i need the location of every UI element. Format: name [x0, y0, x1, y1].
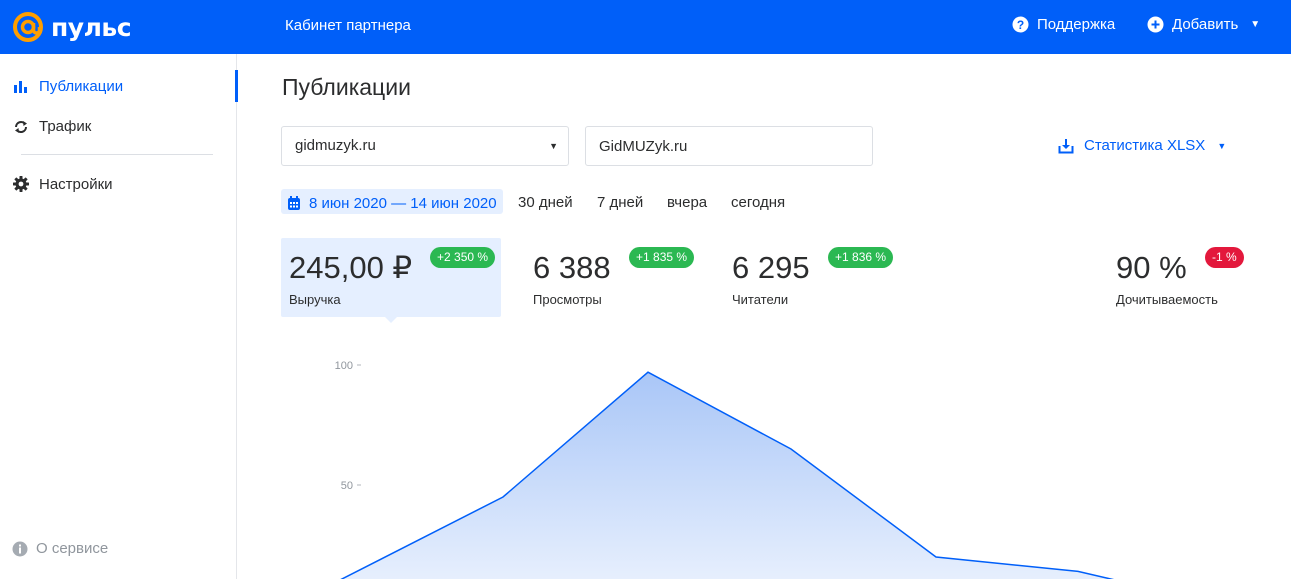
metric-value: 90 % [1116, 250, 1187, 285]
period-30-days[interactable]: 30 дней [518, 194, 573, 211]
export-label: Статистика XLSX [1084, 137, 1206, 154]
metric-label: Читатели [732, 292, 789, 307]
change-badge: -1 % [1205, 247, 1244, 268]
header-title[interactable]: Кабинет партнера [285, 17, 411, 34]
selection-pointer [385, 317, 397, 323]
change-badge: +1 836 % [828, 247, 894, 268]
metric-views[interactable]: 6 388 Просмотры +1 835 % [525, 238, 705, 317]
sidebar-divider [21, 154, 213, 155]
metric-readers[interactable]: 6 295 Читатели +1 836 % [724, 238, 904, 317]
sidebar: Публикации Трафик Настройки О сервисе [0, 54, 238, 579]
caret-down-icon: ▼ [549, 141, 558, 151]
period-today[interactable]: сегодня [731, 194, 785, 211]
site-select[interactable]: gidmuzyk.ru ▼ [281, 126, 569, 166]
top-header: пульс Кабинет партнера ? Поддержка Добав… [0, 0, 1291, 54]
refresh-icon [15, 120, 27, 133]
active-indicator [235, 70, 238, 102]
sidebar-item-traffic[interactable]: Трафик [12, 118, 91, 135]
logo[interactable]: пульс [12, 10, 132, 44]
bar-chart-icon [14, 80, 27, 93]
change-badge: +2 350 % [430, 247, 496, 268]
about-label: О сервисе [36, 540, 109, 557]
period-yesterday[interactable]: вчера [667, 194, 707, 211]
metric-value: 6 295 [732, 250, 810, 285]
gear-icon [13, 176, 29, 192]
download-icon [1058, 138, 1074, 153]
period-7-days[interactable]: 7 дней [597, 194, 643, 211]
metric-label: Просмотры [533, 292, 602, 307]
y-tick-label: 100 [335, 360, 353, 372]
metric-value: 6 388 [533, 250, 611, 285]
change-badge: +1 835 % [629, 247, 695, 268]
calendar-icon [288, 195, 300, 210]
metric-read-rate[interactable]: 90 % Дочитываемость -1 % [1108, 238, 1248, 317]
about-service-link[interactable]: О сервисе [12, 540, 108, 557]
add-label: Добавить [1172, 16, 1239, 33]
site-name-field[interactable]: GidMUZyk.ru [585, 126, 873, 166]
metric-value: 245,00 ₽ [289, 250, 413, 285]
export-xlsx-button[interactable]: Статистика XLSX ▼ [1058, 137, 1226, 154]
caret-down-icon: ▼ [1217, 140, 1227, 151]
metric-label: Выручка [289, 292, 341, 307]
info-icon [12, 541, 28, 556]
sidebar-item-label: Публикации [39, 78, 124, 95]
revenue-area-chart: 100 50 [335, 360, 1115, 579]
area-fill [341, 372, 1111, 579]
metric-label: Дочитываемость [1116, 292, 1218, 307]
support-link[interactable]: ? Поддержка [1012, 16, 1115, 33]
metric-revenue[interactable]: 245,00 ₽ Выручка +2 350 % [281, 238, 501, 323]
at-sign-logo-icon [13, 12, 43, 42]
logo-text: пульс [51, 12, 132, 42]
svg-text:?: ? [1017, 18, 1024, 32]
support-label: Поддержка [1037, 16, 1116, 33]
site-name-value: GidMUZyk.ru [599, 138, 688, 155]
site-select-value: gidmuzyk.ru [295, 137, 376, 154]
sidebar-item-label: Настройки [39, 175, 113, 193]
sidebar-item-publications[interactable]: Публикации [12, 78, 123, 95]
caret-down-icon: ▼ [1250, 19, 1261, 30]
question-icon: ? [1012, 16, 1029, 33]
sidebar-item-settings[interactable]: Настройки [12, 175, 113, 193]
date-range-picker[interactable]: 8 июн 2020 — 14 июн 2020 [281, 189, 503, 214]
sidebar-item-label: Трафик [39, 118, 92, 135]
add-menu-button[interactable]: Добавить ▼ [1147, 16, 1260, 33]
y-tick-label: 50 [341, 480, 353, 492]
plus-circle-icon [1147, 16, 1164, 33]
date-range-label: 8 июн 2020 — 14 июн 2020 [309, 194, 497, 212]
page-title: Публикации [282, 74, 411, 100]
